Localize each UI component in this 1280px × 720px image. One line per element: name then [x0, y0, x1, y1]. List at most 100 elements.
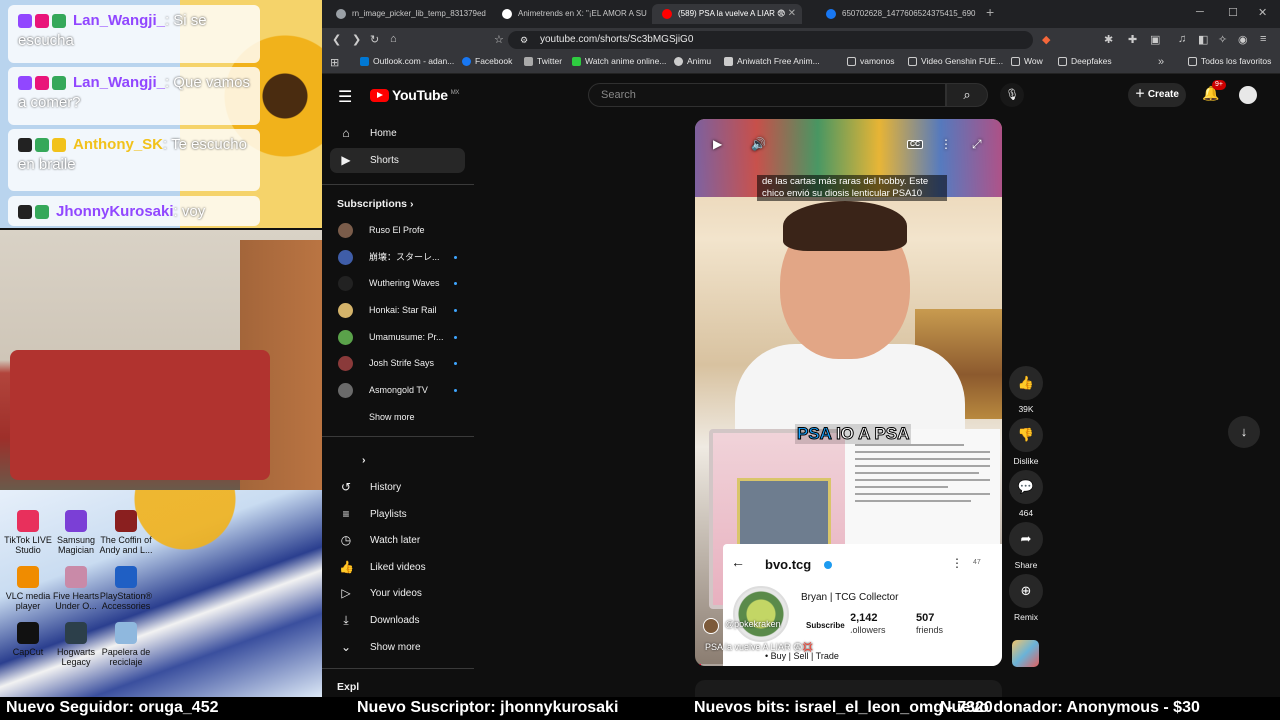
chat-username[interactable]: Anthony_SK [73, 136, 163, 153]
dislike-icon[interactable]: 👎 [1009, 418, 1043, 452]
next-short-button[interactable]: ↓ [1228, 416, 1260, 448]
chat-username[interactable]: Lan_Wangji_ [73, 12, 165, 29]
window-icon[interactable]: ▣ [1150, 33, 1160, 46]
search-button[interactable]: ⌕ [946, 83, 988, 107]
browser-tab[interactable]: 650702628_1477606524375415_690 [816, 4, 976, 24]
sidebar-item-your-videos[interactable]: ▷ Your videos [330, 581, 465, 606]
sound-thumbnail[interactable] [1012, 640, 1039, 667]
sidebar-item-subscription[interactable]: Asmongold TV [330, 378, 465, 403]
account-avatar[interactable] [1239, 86, 1257, 104]
sidebar-item-downloads[interactable]: ⤓ Downloads [330, 608, 465, 633]
voice-search-button[interactable]: 🎙 [1000, 83, 1024, 107]
share-action[interactable]: ➦ Share [1009, 522, 1043, 570]
desktop-icon[interactable]: Papelera de reciclaje [98, 622, 154, 667]
create-button[interactable]: ＋ Create [1128, 83, 1186, 107]
like-action[interactable]: 👍 39K [1009, 366, 1043, 414]
bookmark-folder[interactable]: Todos los favoritos [1188, 56, 1271, 66]
sidebar-item-history[interactable]: ↺ History [330, 475, 465, 500]
fullscreen-icon[interactable]: ⤢ [972, 137, 982, 152]
next-short-preview[interactable] [695, 680, 1002, 697]
address-bar[interactable]: ⚙ youtube.com/shorts/Sc3bMGSjiG0 [508, 31, 1033, 49]
desktop-icon[interactable]: Samsung Magician [48, 510, 104, 555]
sidebar-item-shorts[interactable]: ▶ Shorts [330, 148, 465, 173]
home-icon[interactable]: ⌂ [390, 33, 397, 45]
forward-icon[interactable]: ❯ [352, 33, 361, 46]
share-icon[interactable]: ➦ [1009, 522, 1043, 556]
more-bookmarks-icon[interactable]: » [1158, 56, 1164, 68]
bookmark-folder[interactable]: Video Genshin FUE... [908, 56, 1003, 66]
progress-bar[interactable] [695, 664, 1002, 666]
music-icon[interactable]: ♫ [1178, 33, 1186, 45]
short-video-player[interactable]: ← bvo.tcg ⋮ 47 Bryan | TCG Collector 2,1… [695, 119, 1002, 666]
sidebar-item-playlists[interactable]: ≡ Playlists [330, 502, 465, 527]
sidebar-item-subscription[interactable]: Josh Strife Says [330, 351, 465, 376]
bookmark-folder[interactable]: vamonos [847, 56, 895, 66]
search-input[interactable]: Search [588, 83, 946, 107]
vpn-icon[interactable]: ◉ [1238, 33, 1248, 46]
brave-shield-icon[interactable]: ◆ [1042, 33, 1050, 46]
browser-tab[interactable]: rn_image_picker_lib_temp_831379ed [326, 4, 494, 24]
chat-username[interactable]: JhonnyKurosaki [56, 203, 174, 220]
desktop-icon[interactable]: PlayStation® Accessories [98, 566, 154, 611]
browser-tab[interactable]: Animetrends en X: "¡EL AMOR A SU [492, 4, 652, 24]
extensions-puzzle-icon[interactable]: ✚ [1128, 33, 1137, 46]
menu-icon[interactable]: ≡ [1260, 33, 1266, 45]
extension-icon[interactable]: ✱ [1104, 33, 1113, 46]
reload-icon[interactable]: ↻ [370, 33, 379, 46]
bookmark-item[interactable]: Facebook [462, 56, 512, 66]
desktop-icon[interactable]: Five Hearts Under O... [48, 566, 104, 611]
channel-avatar[interactable] [703, 618, 719, 634]
sidebar-item-subscription[interactable]: 崩壊：スターレ... [330, 245, 465, 270]
divider [322, 184, 474, 185]
sidebar-item-watch-later[interactable]: ◷ Watch later [330, 528, 465, 553]
remix-action[interactable]: ⊕ Remix [1009, 574, 1043, 622]
bookmark-item[interactable]: Animu [674, 56, 711, 66]
bookmark-folder[interactable]: Deepfakes [1058, 56, 1112, 66]
short-title[interactable]: PSA la vuelve A LIAR 😨💢 [705, 642, 814, 653]
browser-tab-active[interactable]: (589) PSA la vuelve A LIAR 😨 ✕ [652, 4, 802, 24]
hamburger-menu-icon[interactable]: ☰ [338, 87, 352, 107]
remix-icon[interactable]: ⊕ [1009, 574, 1043, 608]
maximize-icon[interactable]: ☐ [1228, 6, 1238, 19]
subscriptions-header[interactable]: Subscriptions › [337, 198, 413, 210]
desktop-icon[interactable]: The Coffin of Andy and L... [98, 510, 154, 555]
apps-grid-icon[interactable]: ⊞ [330, 56, 339, 69]
close-tab-icon[interactable]: ✕ [788, 4, 796, 24]
bookmark-icon[interactable]: ☆ [494, 33, 504, 46]
more-options-icon[interactable]: ⋮ [940, 137, 952, 151]
sidebar-icon[interactable]: ◧ [1198, 33, 1208, 46]
show-more-subscriptions[interactable]: Show more [330, 405, 465, 430]
dislike-action[interactable]: 👎 Dislike [1009, 418, 1043, 466]
bookmark-folder[interactable]: Wow [1011, 56, 1043, 66]
bookmark-item[interactable]: Outlook.com - adan... [360, 56, 454, 66]
volume-icon[interactable]: 🔊 [751, 137, 766, 151]
chat-username[interactable]: Lan_Wangji_ [73, 74, 165, 91]
minimize-icon[interactable]: ─ [1196, 6, 1204, 18]
site-info-icon[interactable]: ⚙ [520, 31, 528, 49]
back-icon[interactable]: ❮ [332, 33, 341, 46]
youtube-logo[interactable]: YouTube MX [370, 87, 459, 105]
bookmark-item[interactable]: Twitter [524, 56, 562, 66]
close-window-icon[interactable]: ✕ [1258, 6, 1267, 19]
comments-action[interactable]: 💬 464 [1009, 470, 1043, 518]
like-icon[interactable]: 👍 [1009, 366, 1043, 400]
sidebar-item-subscription[interactable]: Ruso El Profe [330, 218, 465, 243]
you-section-chevron-icon[interactable]: › [362, 454, 366, 466]
sidebar-item-subscription[interactable]: Umamusume: Pr... [330, 325, 465, 350]
new-tab-button[interactable]: + [986, 4, 994, 20]
ai-icon[interactable]: ✧ [1218, 33, 1227, 46]
sidebar-item-home[interactable]: ⌂ Home [330, 121, 465, 146]
channel-name[interactable]: @pokekraken [725, 619, 781, 629]
comments-icon[interactable]: 💬 [1009, 470, 1043, 504]
sidebar-item-liked-videos[interactable]: 👍 Liked videos [330, 555, 465, 580]
sidebar-item-subscription[interactable]: Honkai: Star Rail [330, 298, 465, 323]
play-icon[interactable]: ▶ [713, 137, 722, 151]
bookmark-item[interactable]: Aniwatch Free Anim... [724, 56, 820, 66]
desktop-icon[interactable]: Hogwarts Legacy [48, 622, 104, 667]
bookmark-item[interactable]: Watch anime online... [572, 56, 666, 66]
sidebar-item-show-more[interactable]: ⌄ Show more [330, 635, 465, 660]
subscribe-button[interactable]: Subscribe [798, 616, 853, 636]
captions-icon[interactable]: CC [907, 140, 924, 149]
sidebar-item-subscription[interactable]: Wuthering Waves [330, 271, 465, 296]
desktop-icon-label: The Coffin of Andy and L... [99, 535, 153, 555]
